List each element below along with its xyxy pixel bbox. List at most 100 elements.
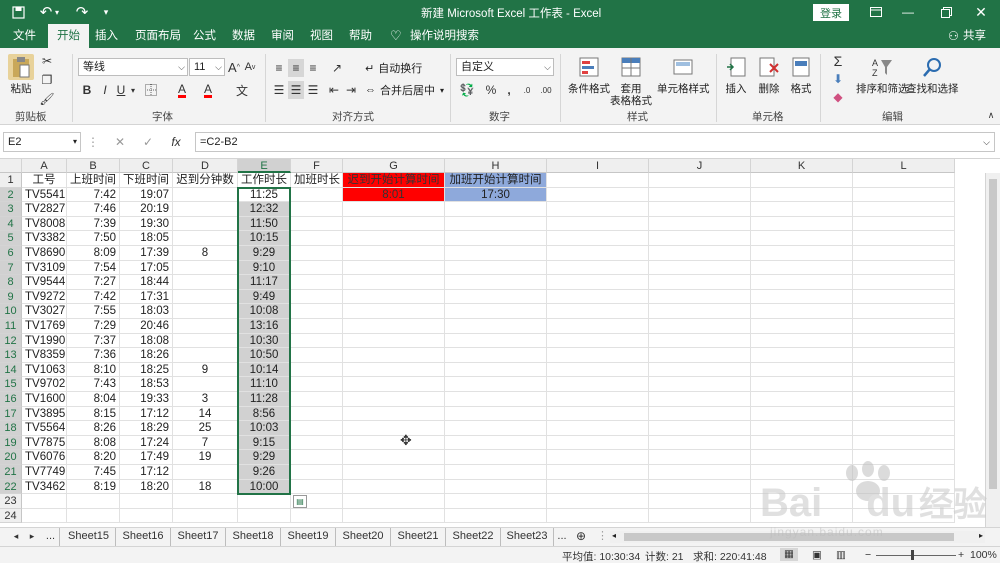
cell-empty[interactable] <box>547 289 649 305</box>
column-header[interactable]: F <box>291 159 343 173</box>
work-hours-cell[interactable]: 10:15 <box>238 231 291 246</box>
header-cell[interactable]: 加班时长 <box>291 173 343 188</box>
insert-cells-button[interactable]: 插入 <box>723 54 749 95</box>
sheet-tab[interactable]: Sheet17 <box>171 528 226 546</box>
data-cell[interactable]: 19:33 <box>120 392 173 407</box>
cell-empty[interactable] <box>445 275 547 290</box>
clear-icon[interactable]: ◆ <box>830 88 846 106</box>
cell-empty[interactable] <box>343 494 445 509</box>
cell-empty[interactable] <box>343 319 445 334</box>
data-cell[interactable]: TV3027 <box>22 304 67 319</box>
cell-empty[interactable] <box>853 319 955 334</box>
work-hours-cell[interactable]: 9:29 <box>238 246 291 261</box>
cell-empty[interactable] <box>445 289 547 305</box>
work-hours-cell[interactable]: 9:10 <box>238 260 291 276</box>
row-header[interactable]: 9 <box>0 289 22 305</box>
cell-empty[interactable] <box>649 216 751 232</box>
cell-empty[interactable] <box>547 348 649 363</box>
cell-empty[interactable] <box>291 508 343 524</box>
data-cell[interactable]: 7:27 <box>67 275 120 290</box>
cell-empty[interactable] <box>751 333 853 349</box>
data-cell[interactable]: 7:29 <box>67 319 120 334</box>
select-all-corner[interactable] <box>0 159 22 173</box>
tab-help[interactable]: 帮助 <box>349 24 372 48</box>
data-cell[interactable]: 8:04 <box>67 392 120 407</box>
data-cell[interactable]: 7:50 <box>67 231 120 246</box>
cell-empty[interactable] <box>547 450 649 465</box>
copy-icon[interactable]: ❐ <box>40 71 54 89</box>
data-cell[interactable]: TV3109 <box>22 260 67 276</box>
cell-empty[interactable] <box>445 377 547 392</box>
zoom-out-button[interactable]: − <box>865 549 871 561</box>
cell-empty[interactable] <box>343 435 445 451</box>
data-cell[interactable]: TV9272 <box>22 289 67 305</box>
data-cell[interactable]: 17:31 <box>120 289 173 305</box>
cell-empty[interactable] <box>343 377 445 392</box>
cell-empty[interactable] <box>649 465 751 480</box>
column-header[interactable]: D <box>173 159 238 173</box>
chevron-down-icon[interactable]: ▾ <box>128 81 138 99</box>
cell-empty[interactable] <box>649 508 751 524</box>
data-cell[interactable]: 7:46 <box>67 202 120 217</box>
cell-empty[interactable] <box>238 494 291 509</box>
scroll-left-icon[interactable]: ◂ <box>612 531 616 540</box>
cell-empty[interactable] <box>751 187 853 203</box>
number-format-select[interactable]: 自定义 ⌵ <box>456 58 554 76</box>
data-cell[interactable]: 18:29 <box>120 421 173 436</box>
data-cell[interactable] <box>173 275 238 290</box>
cell-empty[interactable] <box>547 435 649 451</box>
data-cell[interactable]: 18:05 <box>120 231 173 246</box>
data-cell[interactable] <box>173 202 238 217</box>
sheet-tab[interactable]: Sheet21 <box>391 528 446 546</box>
row-header[interactable]: 8 <box>0 275 22 290</box>
share-button[interactable]: 共享 <box>963 24 986 48</box>
sheet-tab[interactable]: Sheet23 <box>501 528 554 546</box>
row-header[interactable]: 22 <box>0 479 22 495</box>
data-cell[interactable]: TV5541 <box>22 187 67 203</box>
data-cell[interactable]: 7:42 <box>67 289 120 305</box>
close-icon[interactable]: ✕ <box>965 0 997 24</box>
data-cell[interactable] <box>173 465 238 480</box>
data-cell[interactable]: TV2827 <box>22 202 67 217</box>
cell-empty[interactable] <box>445 494 547 509</box>
collapse-ribbon-icon[interactable]: ∧ <box>985 106 997 124</box>
paste-button[interactable]: 粘贴 <box>8 54 34 95</box>
data-cell[interactable] <box>173 333 238 349</box>
cell-empty[interactable] <box>291 202 343 217</box>
tab-file[interactable]: 文件 <box>13 24 36 48</box>
cell-empty[interactable] <box>649 392 751 407</box>
cell-empty[interactable] <box>291 246 343 261</box>
cell-empty[interactable] <box>649 479 751 495</box>
cell-empty[interactable] <box>751 260 853 276</box>
data-cell[interactable] <box>173 319 238 334</box>
data-cell[interactable] <box>173 216 238 232</box>
cell-empty[interactable] <box>751 377 853 392</box>
share-icon[interactable]: ⚇ <box>948 24 959 48</box>
data-cell[interactable]: 7:39 <box>67 216 120 232</box>
cell-empty[interactable] <box>291 231 343 246</box>
row-header[interactable]: 23 <box>0 494 22 509</box>
cell-empty[interactable] <box>649 319 751 334</box>
data-cell[interactable]: 17:24 <box>120 435 173 451</box>
restore-icon[interactable] <box>930 0 962 24</box>
data-cell[interactable]: 8:26 <box>67 421 120 436</box>
zoom-in-button[interactable]: + <box>958 549 964 561</box>
cell-empty[interactable] <box>238 508 291 524</box>
cell-empty[interactable] <box>22 508 67 524</box>
cell-empty[interactable] <box>291 304 343 319</box>
cell-empty[interactable] <box>853 216 955 232</box>
data-cell[interactable]: TV3462 <box>22 479 67 495</box>
data-cell[interactable]: TV7749 <box>22 465 67 480</box>
cell-empty[interactable] <box>343 362 445 378</box>
cell-styles-button[interactable]: 单元格样式 <box>657 54 710 95</box>
header-cell[interactable]: 迟到分钟数 <box>173 173 238 188</box>
data-cell[interactable]: 7:43 <box>67 377 120 392</box>
data-cell[interactable]: TV5564 <box>22 421 67 436</box>
sheet-tab[interactable]: Sheet20 <box>336 528 391 546</box>
zoom-slider[interactable] <box>876 550 956 560</box>
cell-empty[interactable] <box>853 173 955 188</box>
cell-empty[interactable] <box>291 479 343 495</box>
work-hours-cell[interactable]: 10:14 <box>238 362 291 378</box>
cell-empty[interactable] <box>853 377 955 392</box>
work-hours-cell[interactable]: 8:56 <box>238 406 291 422</box>
